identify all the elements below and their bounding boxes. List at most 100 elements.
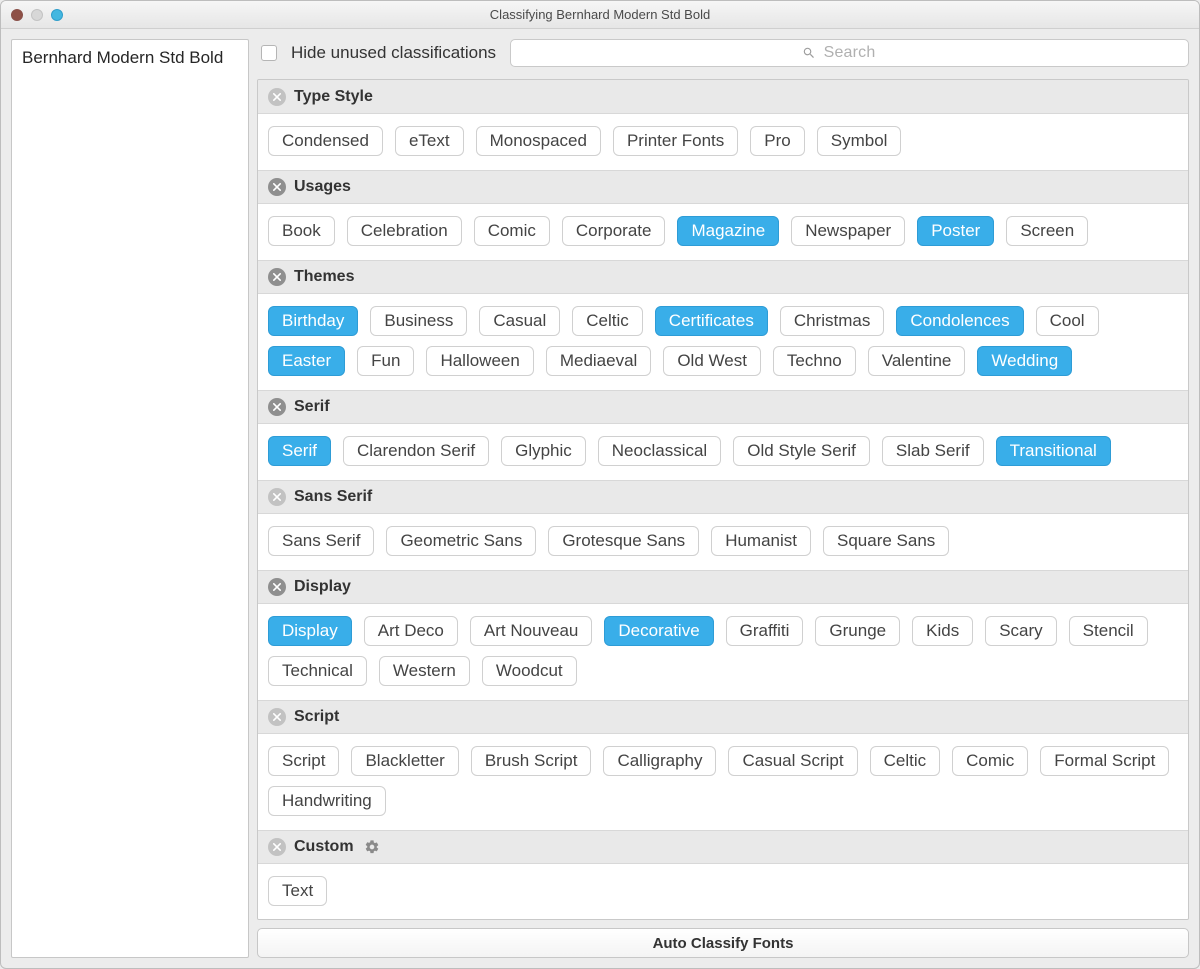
tag-button[interactable]: Western (379, 656, 470, 686)
tag-button[interactable]: Formal Script (1040, 746, 1169, 776)
group-title: Display (294, 578, 351, 596)
tag-button[interactable]: Printer Fonts (613, 126, 738, 156)
group-title: Serif (294, 398, 330, 416)
main-pane: Hide unused classifications Type StyleCo… (257, 39, 1189, 958)
group-header-script: Script (258, 700, 1188, 734)
sidebar: Bernhard Modern Std Bold (11, 39, 249, 958)
tag-button[interactable]: Condolences (896, 306, 1023, 336)
clear-group-button[interactable] (268, 88, 286, 106)
tag-button[interactable]: Birthday (268, 306, 358, 336)
tag-button[interactable]: Casual (479, 306, 560, 336)
traffic-lights (11, 9, 63, 21)
sidebar-item-font[interactable]: Bernhard Modern Std Bold (12, 44, 248, 74)
tag-button[interactable]: Square Sans (823, 526, 949, 556)
tag-button[interactable]: Corporate (562, 216, 666, 246)
clear-group-button[interactable] (268, 838, 286, 856)
tag-button[interactable]: Pro (750, 126, 804, 156)
search-wrap (510, 39, 1189, 67)
tag-button[interactable]: Halloween (426, 346, 533, 376)
tag-button[interactable]: Kids (912, 616, 973, 646)
tag-button[interactable]: Handwriting (268, 786, 386, 816)
tag-button[interactable]: Script (268, 746, 339, 776)
tag-button[interactable]: Scary (985, 616, 1056, 646)
tag-button[interactable]: Fun (357, 346, 414, 376)
tag-button[interactable]: Valentine (868, 346, 966, 376)
group-title: Sans Serif (294, 488, 372, 506)
group-display: Display Display Art Deco Art Nouveau Decorat… (258, 570, 1188, 700)
group-sans-serif: Sans Serif Sans Serif Geometric Sans Grotes… (258, 480, 1188, 570)
tag-button[interactable]: Old Style Serif (733, 436, 870, 466)
tag-button[interactable]: Decorative (604, 616, 713, 646)
tag-button[interactable]: Humanist (711, 526, 811, 556)
group-tags: Display Art Deco Art Nouveau Decorative Graf… (258, 604, 1188, 700)
tag-button[interactable]: Serif (268, 436, 331, 466)
tag-button[interactable]: Comic (952, 746, 1028, 776)
clear-group-button[interactable] (268, 268, 286, 286)
tag-button[interactable]: Transitional (996, 436, 1111, 466)
clear-group-button[interactable] (268, 398, 286, 416)
tag-button[interactable]: Geometric Sans (386, 526, 536, 556)
tag-button[interactable]: Christmas (780, 306, 885, 336)
tag-button[interactable]: Certificates (655, 306, 768, 336)
tag-button[interactable]: Cool (1036, 306, 1099, 336)
clear-group-button[interactable] (268, 178, 286, 196)
tag-button[interactable]: Brush Script (471, 746, 592, 776)
tag-button[interactable]: Grotesque Sans (548, 526, 699, 556)
tag-button[interactable]: Screen (1006, 216, 1088, 246)
tag-button[interactable]: Magazine (677, 216, 779, 246)
tag-button[interactable]: Old West (663, 346, 761, 376)
clear-group-button[interactable] (268, 708, 286, 726)
group-title: Usages (294, 178, 351, 196)
hide-unused-checkbox[interactable] (261, 45, 277, 61)
tag-button[interactable]: Celebration (347, 216, 462, 246)
tag-button[interactable]: Book (268, 216, 335, 246)
tag-button[interactable]: Techno (773, 346, 856, 376)
tag-button[interactable]: Clarendon Serif (343, 436, 489, 466)
tag-button[interactable]: Poster (917, 216, 994, 246)
tag-button[interactable]: Casual Script (728, 746, 857, 776)
tag-button[interactable]: Woodcut (482, 656, 577, 686)
tag-button[interactable]: Mediaeval (546, 346, 652, 376)
tag-button[interactable]: eText (395, 126, 464, 156)
tag-button[interactable]: Stencil (1069, 616, 1148, 646)
tag-button[interactable]: Technical (268, 656, 367, 686)
tag-button[interactable]: Text (268, 876, 327, 906)
group-header-serif: Serif (258, 390, 1188, 424)
tag-button[interactable]: Neoclassical (598, 436, 721, 466)
tag-button[interactable]: Condensed (268, 126, 383, 156)
tag-button[interactable]: Comic (474, 216, 550, 246)
tag-button[interactable]: Calligraphy (603, 746, 716, 776)
tag-button[interactable]: Celtic (572, 306, 643, 336)
group-title: Custom (294, 838, 354, 856)
auto-classify-button[interactable]: Auto Classify Fonts (257, 928, 1189, 958)
tag-button[interactable]: Easter (268, 346, 345, 376)
clear-group-button[interactable] (268, 578, 286, 596)
tag-button[interactable]: Grunge (815, 616, 900, 646)
close-icon[interactable] (11, 9, 23, 21)
tag-button[interactable]: Symbol (817, 126, 902, 156)
footer: Auto Classify Fonts (257, 920, 1189, 958)
tag-button[interactable]: Business (370, 306, 467, 336)
group-title: Type Style (294, 88, 373, 106)
gear-icon[interactable] (364, 839, 380, 855)
group-tags: Birthday Business Casual Celtic Certificates… (258, 294, 1188, 390)
tag-button[interactable]: Art Nouveau (470, 616, 593, 646)
clear-group-button[interactable] (268, 488, 286, 506)
tag-button[interactable]: Sans Serif (268, 526, 374, 556)
group-header-type-style: Type Style (258, 80, 1188, 114)
tag-button[interactable]: Newspaper (791, 216, 905, 246)
search-input[interactable] (510, 39, 1189, 67)
tag-button[interactable]: Glyphic (501, 436, 586, 466)
tag-button[interactable]: Graffiti (726, 616, 804, 646)
classification-scroll[interactable]: Type Style Condensed eText Monospaced Printe… (257, 79, 1189, 920)
tag-button[interactable]: Wedding (977, 346, 1072, 376)
tag-button[interactable]: Celtic (870, 746, 941, 776)
tag-button[interactable]: Display (268, 616, 352, 646)
minimize-icon[interactable] (31, 9, 43, 21)
tag-button[interactable]: Slab Serif (882, 436, 984, 466)
tag-button[interactable]: Art Deco (364, 616, 458, 646)
group-tags: Sans Serif Geometric Sans Grotesque Sans Hu… (258, 514, 1188, 570)
tag-button[interactable]: Blackletter (351, 746, 458, 776)
tag-button[interactable]: Monospaced (476, 126, 601, 156)
zoom-icon[interactable] (51, 9, 63, 21)
